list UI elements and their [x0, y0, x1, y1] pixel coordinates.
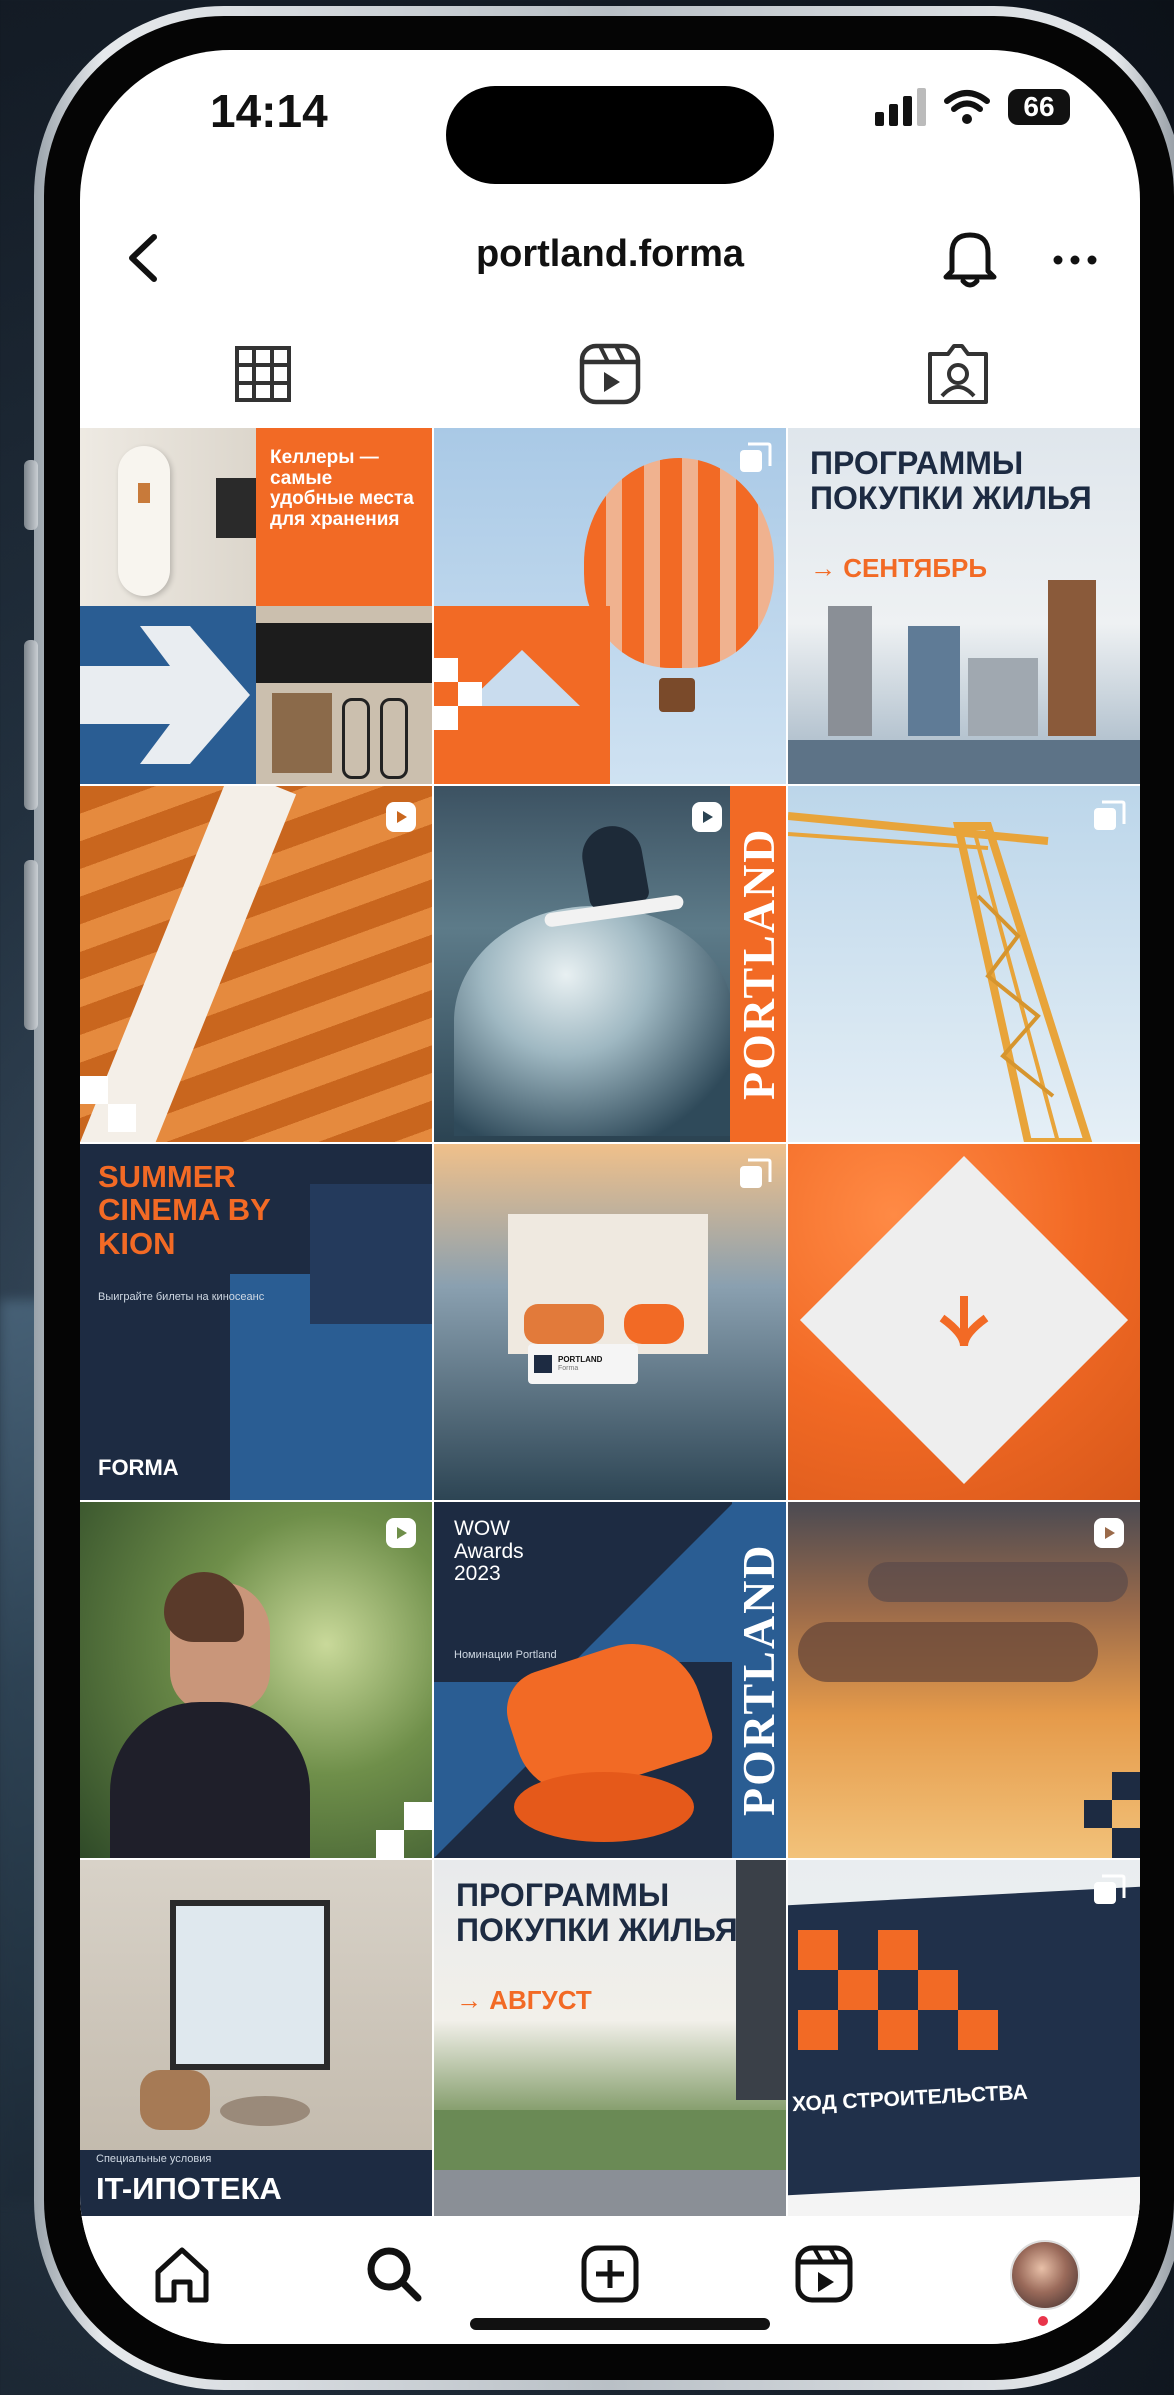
- post-subtitle: → СЕНТЯБРЬ: [810, 553, 988, 583]
- post-tile-cellars[interactable]: Келлеры — самые удобные места для хранен…: [80, 428, 432, 784]
- post-tile-sunset[interactable]: [788, 1502, 1140, 1858]
- post-side-text: PORTLAND: [733, 827, 784, 1101]
- post-subtitle: → АВГУСТ: [456, 1985, 592, 2015]
- wifi-icon: [944, 90, 990, 124]
- carousel-badge-icon: [740, 442, 772, 472]
- post-tile-interior-sea[interactable]: PORTLAND Forma: [434, 1144, 786, 1500]
- reels-tab-icon[interactable]: [574, 338, 646, 410]
- posts-grid: Келлеры — самые удобные места для хранен…: [80, 428, 1140, 2220]
- arrow-graphic: [80, 626, 250, 764]
- post-tile-stairs[interactable]: [80, 786, 432, 1142]
- volume-down-button: [24, 860, 38, 1030]
- post-tile-construction[interactable]: ХОД СТРОИТЕЛЬСТВА: [788, 1860, 1140, 2216]
- carousel-badge-icon: [1094, 800, 1126, 830]
- post-subtitle: Специальные условия: [96, 2153, 212, 2165]
- notifications-bell-icon[interactable]: [938, 223, 1002, 293]
- status-icons: 66: [875, 88, 1070, 126]
- home-icon[interactable]: [150, 2242, 214, 2306]
- volume-up-button: [24, 640, 38, 810]
- profile-tabs: [80, 320, 1140, 430]
- home-indicator: [470, 2318, 770, 2330]
- post-title: IT-ИПОТЕКА: [96, 2171, 282, 2206]
- more-options-icon[interactable]: [1040, 225, 1110, 295]
- post-tile-programs-sept[interactable]: ПРОГРАММЫ ПОКУПКИ ЖИЛЬЯ → СЕНТЯБРЬ: [788, 428, 1140, 784]
- post-title: ПРОГРАММЫ ПОКУПКИ ЖИЛЬЯ: [456, 1877, 738, 1948]
- post-tile-programs-aug[interactable]: ПРОГРАММЫ ПОКУПКИ ЖИЛЬЯ → АВГУСТ: [434, 1860, 786, 2216]
- search-icon[interactable]: [362, 2242, 426, 2306]
- post-tile-it-mortgage[interactable]: Специальные условия IT-ИПОТЕКА: [80, 1860, 432, 2216]
- profile-avatar[interactable]: [1010, 2240, 1080, 2310]
- profile-header: portland.forma: [80, 205, 1140, 315]
- post-tile-logo-diamond[interactable]: [788, 1144, 1140, 1500]
- portland-logo-icon: [939, 1296, 989, 1347]
- post-tile-summer-cinema[interactable]: SUMMER CINEMA BY KION Выиграйте билеты н…: [80, 1144, 432, 1500]
- create-post-icon[interactable]: [578, 2242, 642, 2306]
- card-title: PORTLAND: [558, 1354, 603, 1364]
- post-tile-surfer[interactable]: PORTLAND: [434, 786, 786, 1142]
- carousel-badge-icon: [1094, 1874, 1126, 1904]
- post-title: SUMMER CINEMA BY KION: [98, 1159, 271, 1261]
- post-tile-woman[interactable]: [80, 1502, 432, 1858]
- instagram-profile-screen: 14:14 66 portland.forma Келлеры — самые …: [80, 50, 1140, 2344]
- reels-icon[interactable]: [792, 2242, 856, 2306]
- reel-badge-icon: [692, 802, 722, 832]
- reel-badge-icon: [386, 802, 416, 832]
- mute-switch: [24, 460, 38, 530]
- post-tile-wow-awards[interactable]: WOW Awards 2023 Номинации Portland PORTL…: [434, 1502, 786, 1858]
- reel-badge-icon: [1094, 1518, 1124, 1548]
- post-title: ПРОГРАММЫ ПОКУПКИ ЖИЛЬЯ: [810, 445, 1092, 516]
- tagged-tab-icon[interactable]: [922, 338, 994, 410]
- dynamic-island: [446, 86, 774, 184]
- reel-badge-icon: [386, 1518, 416, 1548]
- post-tile-balloon[interactable]: [434, 428, 786, 784]
- post-title: WOW Awards 2023: [454, 1517, 524, 1586]
- post-footer: FORMA: [98, 1455, 179, 1480]
- card-subtitle: Forma: [558, 1364, 579, 1372]
- status-time: 14:14: [210, 85, 328, 137]
- battery-indicator: 66: [1008, 89, 1070, 125]
- post-text: Келлеры — самые удобные места для хранен…: [270, 447, 414, 530]
- cellular-signal-icon: [875, 88, 926, 126]
- post-subtitle: Выиграйте билеты на киносеанс: [98, 1291, 265, 1303]
- crane-graphic: [788, 812, 1093, 1142]
- post-tile-crane[interactable]: [788, 786, 1140, 1142]
- post-side-text: PORTLAND: [733, 1543, 784, 1817]
- grid-tab-icon[interactable]: [227, 338, 299, 410]
- carousel-badge-icon: [740, 1158, 772, 1188]
- notification-dot: [1038, 2316, 1048, 2326]
